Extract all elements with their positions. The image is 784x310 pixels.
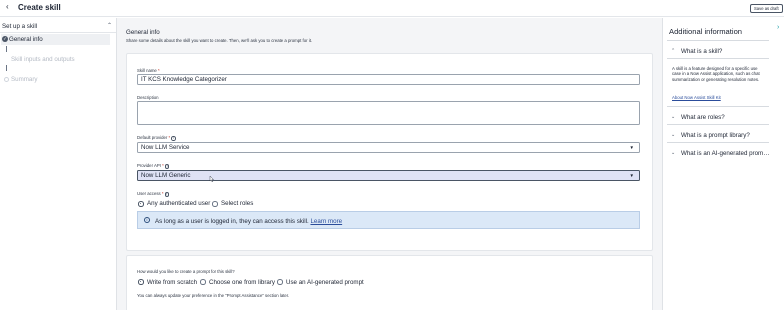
step-skill-inputs-outputs[interactable]: Skill inputs and outputs — [11, 56, 75, 63]
divider — [667, 58, 769, 59]
radio-select-roles[interactable] — [212, 201, 218, 207]
accordion-label: What is a skill? — [681, 48, 723, 55]
accordion-label: What is a prompt library? — [681, 132, 750, 139]
panel-title: Additional information — [669, 27, 743, 36]
required-asterisk-icon: * — [162, 163, 164, 168]
radio-write-from-scratch[interactable] — [138, 279, 144, 285]
radio-label: Any authenticated user — [147, 200, 211, 207]
page-title: Create skill — [18, 3, 61, 12]
user-access-notice: i As long as a user is logged in, they c… — [137, 211, 640, 229]
back-arrow-icon[interactable]: ‹ — [6, 3, 9, 11]
step-connector — [6, 65, 7, 71]
about-skill-kit-link[interactable]: About Now Assist Skill Kit — [672, 95, 721, 100]
divider — [667, 124, 769, 125]
step-summary[interactable]: Summary — [11, 76, 37, 83]
top-bar: ‹ Create skill Save as draft — [0, 0, 784, 17]
what-is-skill-text: A skill is a feature designed for a spec… — [672, 66, 760, 82]
step-general-info[interactable]: ✓ General info — [1, 34, 110, 45]
prompt-method-footnote: You can always update your preference in… — [137, 293, 290, 298]
collapse-panel-icon[interactable]: › — [777, 24, 779, 31]
prompt-method-question: How would you like to create a prompt fo… — [137, 269, 235, 274]
additional-info-panel: Additional information ⌃ What is a skill… — [662, 18, 772, 310]
radio-label: Write from scratch — [147, 278, 198, 286]
default-provider-value: Now LLM Service — [141, 144, 190, 151]
steps-sidebar-header[interactable]: Set up a skill ⌃ — [0, 18, 116, 33]
provider-api-label: Provider API * i — [137, 163, 170, 169]
radio-label: Use an AI-generated prompt — [286, 278, 364, 286]
chevron-down-icon: ⌄ — [671, 150, 676, 156]
steps-sidebar: Set up a skill ⌃ ✓ General info Skill in… — [0, 18, 117, 310]
radio-label: Select roles — [221, 200, 254, 207]
description-textarea[interactable] — [137, 101, 640, 125]
required-asterisk-icon: * — [168, 135, 171, 140]
description-label: Description — [137, 95, 159, 100]
default-provider-select[interactable]: Now LLM Service ▼ — [137, 142, 640, 153]
divider — [667, 142, 769, 143]
required-asterisk-icon: * — [158, 68, 160, 73]
required-asterisk-icon: * — [161, 191, 164, 196]
section-title: General info — [126, 29, 160, 36]
save-as-draft-button[interactable]: Save as draft — [750, 4, 783, 13]
user-access-label: User access * i — [137, 191, 170, 197]
default-provider-label: Default provider * i — [137, 135, 176, 141]
right-edge-rail — [772, 18, 784, 310]
radio-label: Choose one from library — [209, 278, 276, 286]
provider-api-value: Now LLM Generic — [141, 172, 191, 179]
radio-choose-from-library[interactable] — [200, 279, 206, 285]
chevron-down-icon: ⌄ — [671, 114, 676, 120]
info-icon: i — [144, 217, 150, 223]
step-current-icon: ✓ — [2, 36, 8, 42]
info-icon[interactable]: i — [164, 192, 170, 197]
radio-any-authenticated-user[interactable] — [138, 201, 144, 207]
divider — [667, 106, 769, 107]
divider — [667, 40, 769, 41]
chevron-up-icon: ⌃ — [671, 48, 676, 54]
dropdown-caret-icon: ▼ — [629, 173, 634, 178]
skill-name-label: Skill name * — [137, 68, 160, 73]
info-icon[interactable]: i — [164, 164, 170, 169]
skill-name-input[interactable]: IT KCS Knowledge Categorizer — [137, 74, 640, 85]
chevron-up-icon[interactable]: ⌃ — [107, 22, 112, 29]
info-icon[interactable]: i — [171, 136, 176, 141]
step-pending-icon — [4, 77, 9, 82]
learn-more-link[interactable]: Learn more — [310, 218, 342, 225]
accordion-label: What are roles? — [681, 114, 725, 121]
step-label: General info — [9, 36, 43, 43]
mouse-cursor-icon — [209, 176, 214, 182]
section-subtitle: Share some details about the skill you w… — [126, 37, 313, 43]
chevron-down-icon: ⌄ — [671, 132, 676, 138]
radio-ai-generated-prompt[interactable] — [277, 279, 283, 285]
notice-text: As long as a user is logged in, they can… — [155, 217, 343, 225]
steps-sidebar-title: Set up a skill — [2, 23, 38, 30]
main-content: General info Share some details about th… — [117, 18, 662, 310]
dropdown-caret-icon: ▼ — [629, 145, 634, 150]
accordion-label: What is an AI-generated prom… — [681, 150, 770, 157]
step-connector — [6, 46, 7, 52]
